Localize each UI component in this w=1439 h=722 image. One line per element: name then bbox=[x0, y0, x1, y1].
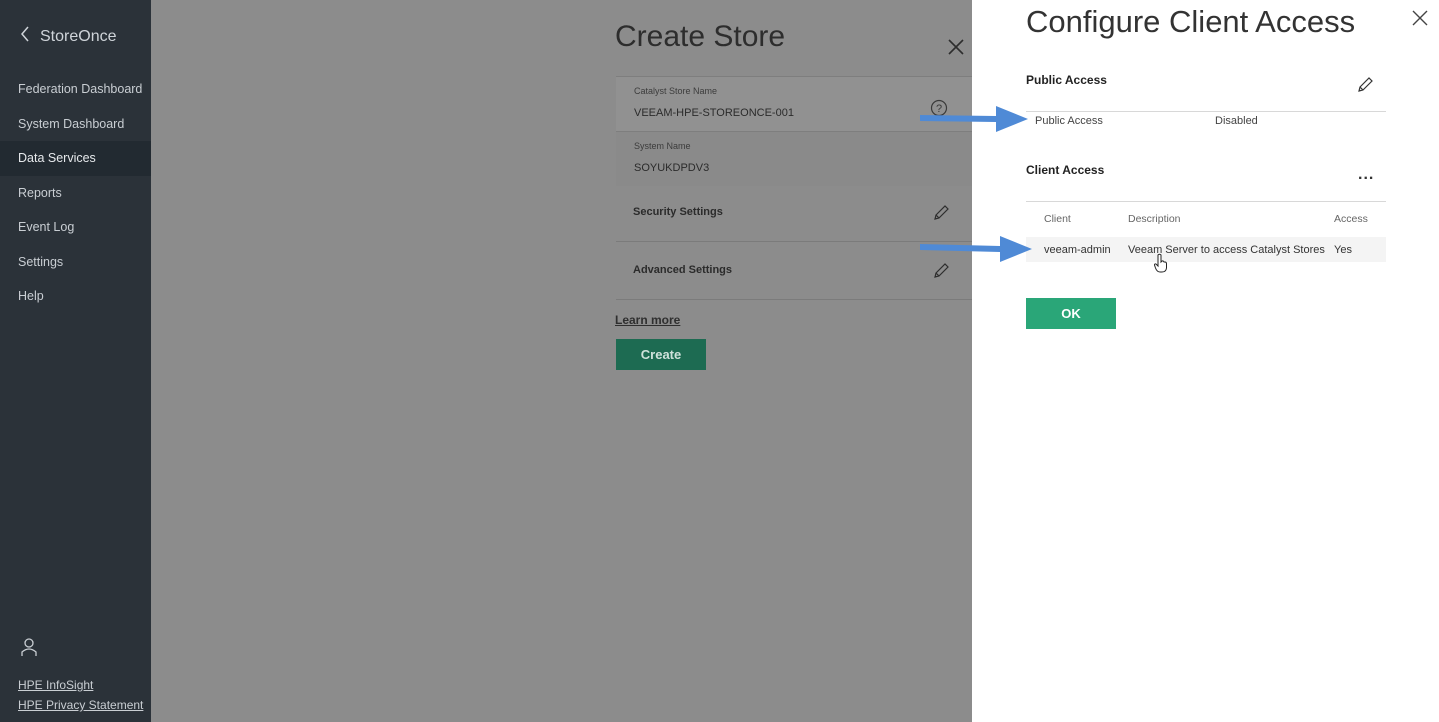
column-header-access[interactable]: Access bbox=[1334, 213, 1368, 225]
brand-back[interactable]: StoreOnce bbox=[20, 26, 116, 47]
privacy-statement-link[interactable]: HPE Privacy Statement bbox=[18, 698, 143, 712]
hand-cursor-icon bbox=[1153, 253, 1169, 278]
security-settings-label: Security Settings bbox=[633, 206, 723, 218]
edit-public-access-icon[interactable] bbox=[1356, 76, 1374, 99]
create-store-title: Create Store bbox=[615, 20, 786, 53]
configure-client-access-panel: Configure Client Access Public Access Pu… bbox=[972, 0, 1439, 722]
table-row[interactable]: veeam-admin Veeam Server to access Catal… bbox=[1026, 237, 1386, 262]
divider bbox=[616, 299, 972, 300]
more-options-icon[interactable]: ... bbox=[1358, 166, 1374, 184]
annotation-arrow-icon bbox=[918, 233, 1034, 268]
sidebar-item-system-dashboard[interactable]: System Dashboard bbox=[0, 107, 151, 142]
divider bbox=[1026, 111, 1386, 112]
sidebar-item-reports[interactable]: Reports bbox=[0, 176, 151, 211]
sidebar-nav: Federation Dashboard System Dashboard Da… bbox=[0, 72, 151, 314]
divider bbox=[1026, 201, 1386, 202]
public-access-value: Disabled bbox=[1215, 115, 1258, 127]
chevron-left-icon bbox=[20, 26, 30, 47]
sidebar-item-help[interactable]: Help bbox=[0, 279, 151, 314]
column-header-client[interactable]: Client bbox=[1044, 213, 1071, 225]
brand-label: StoreOnce bbox=[40, 27, 117, 45]
system-name-field: System Name SOYUKDPDV3 bbox=[616, 131, 972, 186]
sidebar-item-federation-dashboard[interactable]: Federation Dashboard bbox=[0, 72, 151, 107]
sidebar-item-data-services[interactable]: Data Services bbox=[0, 141, 151, 176]
ok-button[interactable]: OK bbox=[1026, 298, 1116, 329]
learn-more-link[interactable]: Learn more bbox=[615, 313, 680, 327]
client-access-heading: Client Access bbox=[1026, 163, 1105, 177]
access-cell: Yes bbox=[1334, 244, 1352, 256]
sidebar-item-event-log[interactable]: Event Log bbox=[0, 210, 151, 245]
field-label: System Name bbox=[634, 141, 691, 151]
column-header-description[interactable]: Description bbox=[1128, 213, 1181, 225]
edit-security-settings-icon[interactable] bbox=[932, 204, 950, 227]
user-icon[interactable] bbox=[20, 637, 38, 662]
field-value: SOYUKDPDV3 bbox=[634, 162, 710, 174]
infosight-link[interactable]: HPE InfoSight bbox=[18, 678, 93, 692]
close-create-store-icon[interactable] bbox=[947, 38, 965, 61]
sidebar-item-settings[interactable]: Settings bbox=[0, 245, 151, 280]
panel-title: Configure Client Access bbox=[1026, 4, 1356, 39]
public-access-heading: Public Access bbox=[1026, 73, 1107, 87]
field-label: Catalyst Store Name bbox=[634, 86, 718, 96]
close-icon[interactable] bbox=[1412, 10, 1428, 31]
create-button[interactable]: Create bbox=[616, 339, 706, 370]
public-access-label: Public Access bbox=[1035, 115, 1103, 127]
client-cell: veeam-admin bbox=[1044, 244, 1111, 256]
annotation-arrow-icon bbox=[918, 103, 1030, 138]
sidebar: StoreOnce Federation Dashboard System Da… bbox=[0, 0, 151, 722]
advanced-settings-label: Advanced Settings bbox=[633, 264, 733, 276]
field-value: VEEAM-HPE-STOREONCE-001 bbox=[634, 107, 794, 119]
